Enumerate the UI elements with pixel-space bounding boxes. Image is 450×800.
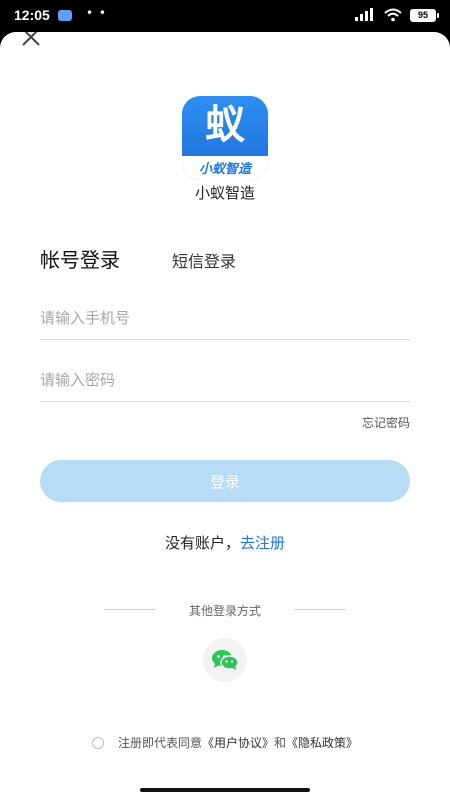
app-notification-icon	[58, 10, 72, 21]
password-input[interactable]	[40, 359, 410, 402]
divider-right	[294, 609, 346, 610]
login-button[interactable]: 登录	[40, 460, 410, 502]
tab-account-login[interactable]: 帐号登录	[40, 244, 120, 273]
tab-sms-login[interactable]: 短信登录	[172, 248, 236, 272]
app-logo: 蚁 小蚁智造	[182, 96, 268, 180]
user-agreement-link[interactable]: 《用户协议》	[202, 734, 274, 751]
home-indicator	[140, 788, 310, 792]
register-link[interactable]: 去注册	[240, 534, 285, 552]
status-time: 12:05	[14, 7, 50, 23]
agreement-row: 注册即代表同意 《用户协议》 和 《隐私政策》	[0, 734, 450, 751]
register-text: 没有账户，	[164, 534, 240, 552]
status-dots: • •	[86, 6, 107, 20]
forgot-password-link[interactable]: 忘记密码	[362, 414, 410, 431]
wechat-login-button[interactable]	[203, 638, 247, 682]
logo-text: 小蚁智造	[198, 162, 251, 177]
agreement-and: 和	[274, 736, 287, 750]
battery-icon: 95	[410, 8, 439, 22]
privacy-policy-link[interactable]: 《隐私政策》	[286, 734, 358, 751]
logo-glyph: 蚁	[205, 102, 245, 148]
status-bar: 12:05 • • 95	[0, 0, 450, 32]
phone-input[interactable]	[40, 297, 410, 340]
login-sheet: 蚁 小蚁智造 小蚁智造 帐号登录 短信登录 忘记密码 登录 没有账户，去注册 其…	[0, 32, 450, 800]
wechat-icon	[212, 650, 239, 670]
register-prompt: 没有账户，去注册	[0, 532, 450, 553]
agreement-prefix: 注册即代表同意	[117, 736, 202, 750]
wifi-icon	[384, 8, 402, 22]
signal-icon	[355, 8, 373, 21]
status-icons: 95	[354, 8, 439, 22]
close-icon[interactable]	[20, 32, 42, 48]
other-login-label: 其他登录方式	[188, 604, 261, 618]
app-name: 小蚁智造	[194, 184, 255, 202]
agreement-checkbox[interactable]	[91, 736, 104, 749]
